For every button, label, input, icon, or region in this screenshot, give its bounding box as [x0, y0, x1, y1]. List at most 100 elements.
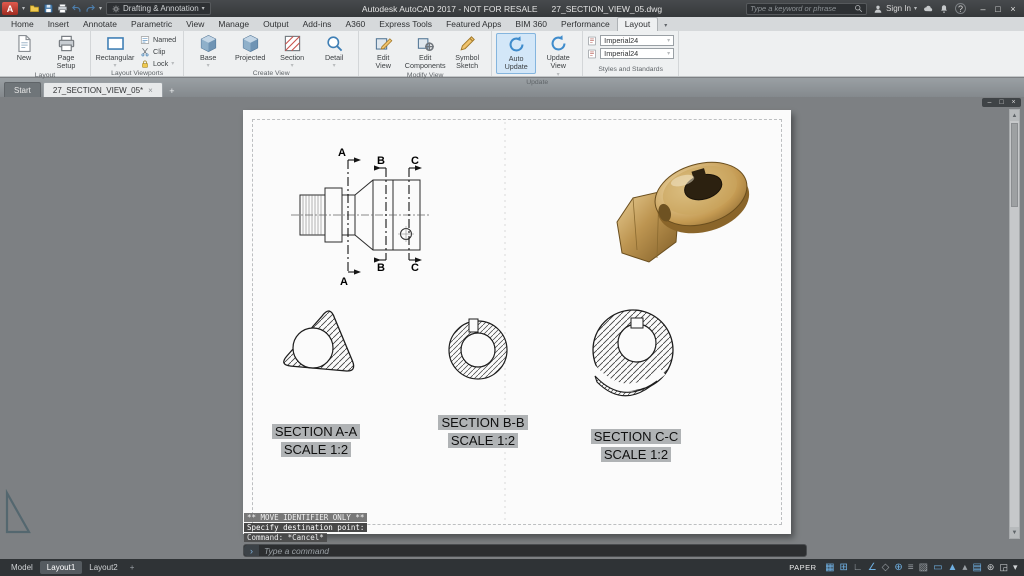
ribbon-tab-performance[interactable]: Performance [554, 18, 617, 31]
layout2-tab[interactable]: Layout2 [82, 561, 124, 574]
scrollbar-thumb[interactable] [1011, 123, 1018, 207]
file-tab-document[interactable]: 27_SECTION_VIEW_05* × [43, 82, 163, 97]
workspace-chevron-icon: ▾ [202, 5, 205, 12]
doc-close-icon[interactable]: × [1008, 98, 1019, 107]
rectangular-viewport-button[interactable]: Rectangular ▾ [95, 33, 135, 70]
polar-icon[interactable]: ∠ [868, 563, 877, 573]
command-input[interactable] [259, 546, 806, 556]
symbol-sketch-button[interactable]: Symbol Sketch [447, 33, 487, 72]
ortho-icon[interactable]: ∟ [853, 563, 863, 573]
undo-icon[interactable] [71, 3, 82, 14]
search-icon[interactable] [854, 4, 863, 13]
layout1-tab[interactable]: Layout1 [40, 561, 82, 574]
ribbon-tab-featured-apps[interactable]: Featured Apps [439, 18, 508, 31]
ribbon-tab-annotate[interactable]: Annotate [76, 18, 124, 31]
ribbon-tab-addins[interactable]: Add-ins [296, 18, 339, 31]
qat-chevron-icon[interactable]: ▾ [99, 5, 102, 12]
scroll-up-icon[interactable]: ▲ [1010, 110, 1019, 121]
grid-icon[interactable]: ▦ [825, 563, 834, 573]
person-icon [873, 4, 883, 14]
new-layout-button[interactable]: New [4, 33, 44, 63]
ribbon-tab-express-tools[interactable]: Express Tools [372, 18, 439, 31]
layout-paper[interactable]: A B C B C A [243, 110, 791, 534]
ribbon-tab-manage[interactable]: Manage [211, 18, 256, 31]
lineweight-icon[interactable]: ≡ [908, 563, 914, 573]
app-menu-chevron-icon[interactable]: ▾ [22, 5, 25, 12]
section-cc-bore [618, 324, 656, 362]
section-cc-view [593, 310, 673, 396]
style-select-2[interactable]: Imperial24 ▾ [600, 48, 674, 59]
auto-update-icon [507, 35, 526, 54]
section-view-button[interactable]: Section ▾ [272, 33, 312, 70]
ribbon-tab-a360[interactable]: A360 [338, 18, 372, 31]
help-icon[interactable]: ? [955, 3, 966, 14]
auto-update-toggle[interactable]: Auto Update [496, 33, 536, 74]
annotation-scale-icon[interactable]: ▤ [972, 563, 981, 573]
transparency-icon[interactable]: ▨ [919, 563, 928, 573]
section-bb-label[interactable]: SECTION B-B SCALE 1:2 [418, 415, 548, 449]
redo-icon[interactable] [85, 3, 96, 14]
base-view-button[interactable]: Base ▾ [188, 33, 228, 70]
maximize-icon[interactable]: □ [991, 2, 1005, 15]
clean-screen-icon[interactable]: ◲ [999, 563, 1008, 572]
open-icon[interactable] [29, 3, 40, 14]
paper-space-indicator[interactable]: PAPER [789, 563, 816, 572]
search-input[interactable] [750, 4, 854, 13]
edit-view-button[interactable]: Edit View [363, 33, 403, 72]
ribbon-tab-home[interactable]: Home [4, 18, 41, 31]
close-icon[interactable]: × [1006, 2, 1020, 15]
model-tab[interactable]: Model [4, 561, 40, 574]
help-search[interactable] [746, 3, 867, 15]
isodraft-icon[interactable]: ◇ [882, 563, 890, 573]
detail-view-button[interactable]: Detail ▾ [314, 33, 354, 70]
autoscale-icon[interactable]: ▴ [962, 563, 967, 573]
section-cc-label[interactable]: SECTION C-C SCALE 1:2 [571, 429, 701, 463]
command-line[interactable]: › [243, 544, 807, 557]
scrollbar-track[interactable] [1010, 121, 1019, 527]
ribbon-tab-bim360[interactable]: BIM 360 [508, 18, 554, 31]
panel-label-styles-standards: Styles and Standards [583, 66, 678, 76]
clip-viewport-button[interactable]: Clip [137, 46, 179, 57]
update-view-button[interactable]: Update View ▾ [538, 33, 578, 79]
osnap-icon[interactable]: ⊕ [894, 563, 902, 573]
command-prompt-icon[interactable]: › [244, 545, 259, 556]
signin-button[interactable]: Sign In ▾ [873, 4, 917, 14]
doc-restore-icon[interactable]: □ [996, 98, 1007, 107]
close-tab-icon[interactable]: × [148, 86, 153, 95]
status-overflow-chevron-icon[interactable]: ▾ [1013, 563, 1018, 572]
plot-icon[interactable] [57, 3, 68, 14]
annotation-visibility-icon[interactable]: ▲ [948, 563, 958, 573]
command-history: ** MOVE IDENTIFIER ONLY ** Specify desti… [244, 513, 367, 542]
edit-components-button[interactable]: Edit Components [405, 33, 445, 72]
add-layout-button[interactable]: + [125, 561, 140, 574]
ribbon-tab-output[interactable]: Output [256, 18, 296, 31]
new-drawing-tab-button[interactable]: + [165, 84, 179, 97]
drawing-canvas[interactable]: A B C B C A [0, 97, 1024, 559]
a360-cloud-icon[interactable] [923, 4, 933, 14]
ribbon-tab-insert[interactable]: Insert [41, 18, 76, 31]
page-setup-button[interactable]: Page Setup [46, 33, 86, 72]
doc-minimize-icon[interactable]: – [984, 98, 995, 107]
ribbon-tab-parametric[interactable]: Parametric [124, 18, 179, 31]
scroll-down-icon[interactable]: ▼ [1010, 527, 1019, 538]
notification-bell-icon[interactable] [939, 4, 949, 14]
ribbon-collapse-icon[interactable]: ▾ [658, 22, 673, 31]
snap-icon[interactable]: ⊞ [840, 563, 848, 573]
ribbon-tab-layout[interactable]: Layout [617, 17, 659, 31]
autocad-logo[interactable]: A [2, 2, 18, 15]
vertical-scrollbar[interactable]: ▲ ▼ [1009, 109, 1020, 539]
workspace-label: Drafting & Annotation [123, 4, 199, 13]
lock-viewport-button[interactable]: Lock ▾ [137, 58, 179, 69]
selection-cycling-icon[interactable]: ▭ [933, 563, 942, 573]
named-viewport-button[interactable]: Named [137, 34, 179, 45]
projected-view-button[interactable]: Projected [230, 33, 270, 63]
minimize-icon[interactable]: – [976, 2, 990, 15]
save-icon[interactable] [43, 3, 54, 14]
workspace-gear-icon[interactable]: ⊛ [987, 563, 995, 572]
workspace-switcher[interactable]: Drafting & Annotation ▾ [106, 2, 211, 15]
style-select-1[interactable]: Imperial24 ▾ [600, 35, 674, 46]
file-tab-start[interactable]: Start [4, 82, 41, 97]
lock-chevron-icon: ▾ [171, 60, 174, 67]
section-aa-label[interactable]: SECTION A-A SCALE 1:2 [251, 424, 381, 458]
ribbon-tab-view[interactable]: View [179, 18, 211, 31]
